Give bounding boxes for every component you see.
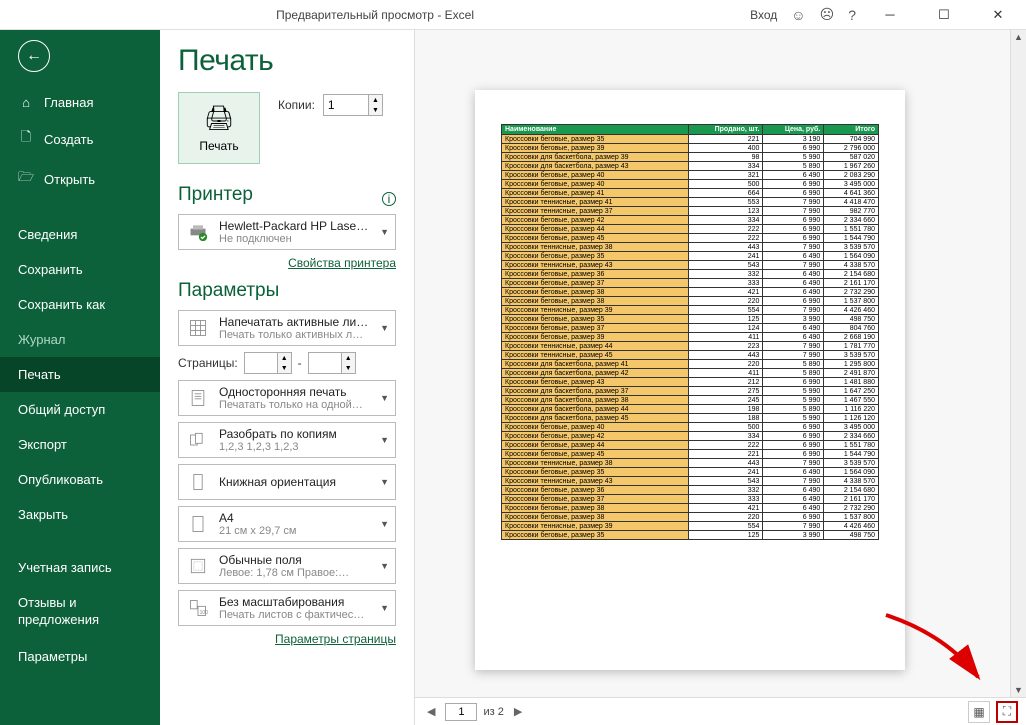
printer-select[interactable]: Hewlett-Packard HP LaserJe… Не подключен… <box>178 214 396 250</box>
print-button[interactable]: 🖨 Печать <box>178 92 260 164</box>
nav-export[interactable]: Экспорт <box>0 427 160 462</box>
margins-select[interactable]: Обычные поляЛевое: 1,78 см Правое:… ▼ <box>178 548 396 584</box>
close-button[interactable]: ✕ <box>978 1 1018 29</box>
nav-create[interactable]: 🗋Создать <box>0 119 160 159</box>
nav-account[interactable]: Учетная запись <box>0 550 160 585</box>
minimize-button[interactable]: ─ <box>870 1 910 29</box>
maximize-button[interactable]: ☐ <box>924 1 964 29</box>
page-setup-link[interactable]: Параметры страницы <box>178 632 396 646</box>
sheets-icon <box>185 315 211 341</box>
home-icon: ⌂ <box>18 95 34 110</box>
current-page-input[interactable] <box>445 703 477 721</box>
collate-select[interactable]: Разобрать по копиям1,2,3 1,2,3 1,2,3 ▼ <box>178 422 396 458</box>
chevron-down-icon: ▼ <box>380 603 389 613</box>
info-icon[interactable]: i <box>382 192 396 206</box>
nav-journal: Журнал <box>0 322 160 357</box>
preview-page: НаименованиеПродано, шт.Цена, руб.Итого … <box>475 90 905 670</box>
nav-home[interactable]: ⌂Главная <box>0 86 160 119</box>
chevron-down-icon: ▼ <box>380 519 389 529</box>
vertical-scrollbar[interactable]: ▲ ▼ <box>1010 30 1026 697</box>
nav-feedback[interactable]: Отзывы и предложения <box>0 585 160 639</box>
frown-icon[interactable]: ☹ <box>820 6 835 23</box>
page-to[interactable]: ▲▼ <box>308 352 356 374</box>
print-settings-panel: Печать 🖨 Печать Копии: ▲▼ Принтер i Hewl… <box>160 30 414 725</box>
one-side-icon <box>185 385 211 411</box>
page-from[interactable]: ▲▼ <box>244 352 292 374</box>
nav-save[interactable]: Сохранить <box>0 252 160 287</box>
copies-label: Копии: <box>278 98 315 112</box>
nav-saveas[interactable]: Сохранить как <box>0 287 160 322</box>
chevron-down-icon: ▼ <box>380 477 389 487</box>
copies-down[interactable]: ▼ <box>368 105 382 115</box>
chevron-down-icon: ▼ <box>380 323 389 333</box>
nav-publish[interactable]: Опубликовать <box>0 462 160 497</box>
paper-icon <box>185 511 211 537</box>
print-preview: НаименованиеПродано, шт.Цена, руб.Итого … <box>414 30 1026 725</box>
margins-icon <box>185 553 211 579</box>
scaling-icon: 100 <box>185 595 211 621</box>
titlebar: Предварительный просмотр - Excel Вход ☺ … <box>0 0 1026 30</box>
new-icon: 🗋 <box>18 128 34 150</box>
printer-heading: Принтер <box>178 184 396 206</box>
nav-info[interactable]: Сведения <box>0 217 160 252</box>
scroll-up-icon[interactable]: ▲ <box>1012 30 1025 44</box>
nav-open[interactable]: 🗁Открыть <box>0 159 160 199</box>
chevron-down-icon: ▼ <box>380 435 389 445</box>
collate-icon <box>185 427 211 453</box>
backstage-sidebar: ← ⌂Главная 🗋Создать 🗁Открыть Сведения Со… <box>0 30 160 725</box>
page-count-label: из 2 <box>483 706 503 718</box>
paper-select[interactable]: A421 см x 29,7 см ▼ <box>178 506 396 542</box>
nav-options[interactable]: Параметры <box>0 639 160 674</box>
nav-share[interactable]: Общий доступ <box>0 392 160 427</box>
zoom-to-page-button[interactable]: ⛶ <box>996 701 1018 723</box>
portrait-icon <box>185 469 211 495</box>
show-margins-button[interactable]: ▦ <box>968 701 990 723</box>
login-link[interactable]: Вход <box>750 8 777 22</box>
sides-select[interactable]: Односторонняя печатьПечатать только на о… <box>178 380 396 416</box>
scroll-down-icon[interactable]: ▼ <box>1012 683 1025 697</box>
smile-icon[interactable]: ☺ <box>791 7 805 23</box>
copies-input[interactable] <box>324 95 368 115</box>
printer-properties-link[interactable]: Свойства принтера <box>178 256 396 270</box>
print-what-select[interactable]: Напечатать активные листыПечать только а… <box>178 310 396 346</box>
copies-spinbox[interactable]: ▲▼ <box>323 94 383 116</box>
next-page-button[interactable]: ▶ <box>510 705 526 718</box>
svg-text:100: 100 <box>200 610 208 616</box>
copies-up[interactable]: ▲ <box>368 95 382 105</box>
window-title: Предварительный просмотр - Excel <box>0 8 750 22</box>
chevron-down-icon: ▼ <box>380 227 389 237</box>
printer-status-icon <box>185 219 211 245</box>
open-icon: 🗁 <box>18 168 34 190</box>
pages-range: Страницы: ▲▼ - ▲▼ <box>178 352 396 374</box>
scaling-select[interactable]: 100 Без масштабированияПечать листов с ф… <box>178 590 396 626</box>
chevron-down-icon: ▼ <box>380 393 389 403</box>
preview-table: НаименованиеПродано, шт.Цена, руб.Итого … <box>501 124 879 540</box>
help-icon[interactable]: ? <box>848 7 856 23</box>
chevron-down-icon: ▼ <box>380 561 389 571</box>
params-heading: Параметры <box>178 280 396 302</box>
preview-footer: ◀ из 2 ▶ ▦ ⛶ <box>415 697 1026 725</box>
nav-close[interactable]: Закрыть <box>0 497 160 532</box>
page-title: Печать <box>178 44 396 78</box>
printer-icon: 🖨 <box>204 104 234 133</box>
back-button[interactable]: ← <box>18 40 50 72</box>
prev-page-button[interactable]: ◀ <box>423 705 439 718</box>
nav-print[interactable]: Печать <box>0 357 160 392</box>
orientation-select[interactable]: Книжная ориентация ▼ <box>178 464 396 500</box>
